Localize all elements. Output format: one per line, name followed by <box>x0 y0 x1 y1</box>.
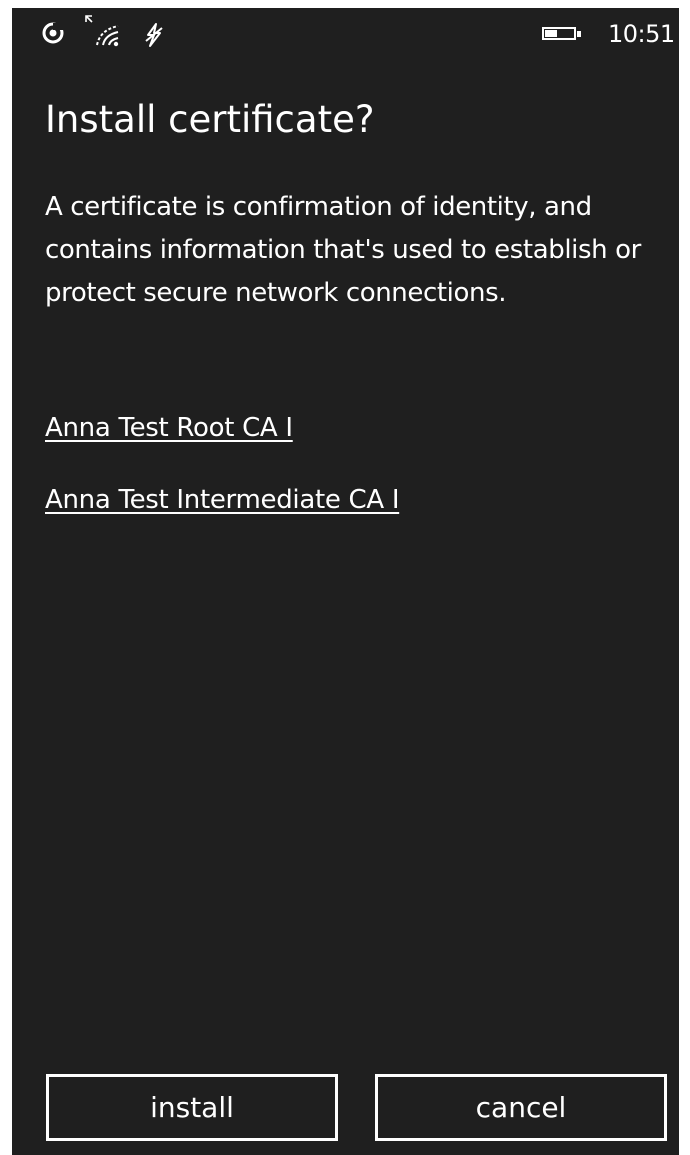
signal-icon <box>85 15 93 23</box>
install-button[interactable]: install <box>46 1074 338 1141</box>
dialog-title: Install certificate? <box>45 98 375 141</box>
certificate-link-intermediate[interactable]: Anna Test Intermediate CA I <box>45 480 399 520</box>
status-time: 10:51 <box>608 20 675 48</box>
phone-screen: 10:51 Install certificate? A certificate… <box>12 8 679 1155</box>
dialog-description: A certificate is confirmation of identit… <box>45 192 641 308</box>
sync-icon <box>42 22 64 44</box>
battery-icon <box>542 27 576 40</box>
cancel-button[interactable]: cancel <box>375 1074 667 1141</box>
battery-terminal <box>577 31 581 37</box>
certificate-link-root[interactable]: Anna Test Root CA I <box>45 408 293 448</box>
battery-level <box>545 30 557 37</box>
data-icon <box>145 23 163 47</box>
wifi-icon <box>96 25 119 47</box>
status-bar: 10:51 <box>12 8 679 60</box>
